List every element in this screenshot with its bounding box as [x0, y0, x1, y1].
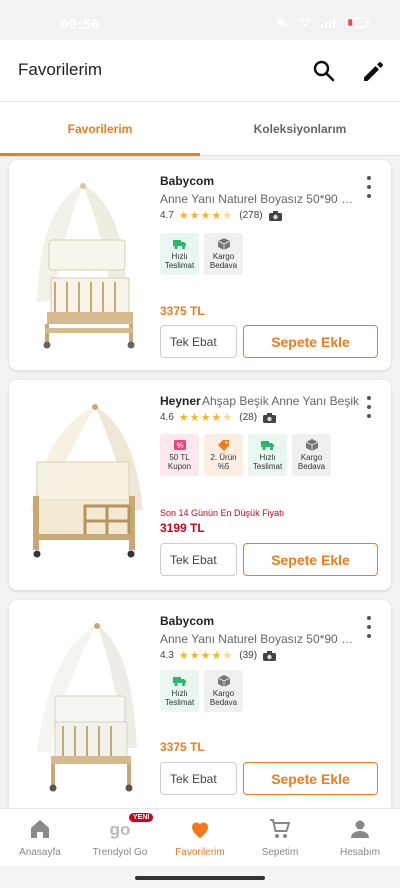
product-image: [31, 404, 143, 558]
product-card[interactable]: Heyner Ahşap Beşik Anne Yanı Beşik 4.6 ★…: [9, 380, 391, 590]
add-to-cart-button[interactable]: Sepete Ekle: [243, 325, 378, 358]
fast-delivery-badge: Hızlı Teslimat: [160, 670, 199, 712]
status-bar: 09:56: [0, 0, 400, 40]
truck-icon: [172, 240, 186, 250]
lowest-price-label: Son 14 Günün En Düşük Fiyatı: [160, 508, 285, 518]
more-options-button[interactable]: [361, 616, 377, 638]
home-icon: [31, 820, 49, 838]
product-brand: Babycom: [160, 614, 215, 628]
svg-text:go: go: [110, 820, 131, 839]
nav-trendyol-go[interactable]: go YENİ Trendyol Go: [80, 809, 160, 866]
box-icon: [305, 439, 318, 451]
more-options-button[interactable]: [361, 176, 377, 198]
review-count: (28): [239, 412, 258, 423]
product-image: [37, 183, 135, 349]
camera-icon: [268, 210, 282, 221]
product-image: [37, 623, 137, 792]
page-title: Favorilerim: [18, 60, 103, 79]
tab-bar: Favorilerim Koleksiyonlarım: [0, 102, 400, 156]
add-to-cart-button[interactable]: Sepete Ekle: [243, 543, 378, 576]
badge-group: Hızlı Teslimat Kargo Bedava: [160, 670, 243, 712]
review-count: (39): [239, 650, 258, 661]
gesture-bar: [0, 866, 400, 888]
star-rating-icon: ★ ★ ★ ★ ★: [178, 649, 233, 662]
fast-delivery-badge: Hızlı Teslimat: [248, 434, 287, 476]
product-price: 3199 TL: [160, 521, 205, 535]
edit-button[interactable]: [360, 58, 386, 84]
product-rating: 4.3 ★ ★ ★ ★ ★ (39): [160, 649, 277, 662]
free-shipping-badge: Kargo Bedava: [204, 670, 243, 712]
size-selector[interactable]: Tek Ebat: [160, 762, 237, 795]
star-rating-icon: ★ ★ ★ ★ ★: [178, 209, 233, 222]
product-card[interactable]: Babycom Anne Yanı Naturel Boyasız 50*90 …: [9, 600, 391, 808]
tag-icon: [217, 440, 229, 451]
camera-icon: [263, 650, 277, 661]
product-price: 3375 TL: [160, 740, 205, 754]
box-icon: [217, 675, 230, 687]
product-name[interactable]: Ahşap Beşik Anne Yanı Beşik: [202, 394, 362, 408]
more-options-button[interactable]: [361, 396, 377, 418]
free-shipping-badge: Kargo Bedava: [204, 233, 243, 275]
product-card[interactable]: Babycom Anne Yanı Naturel Boyasız 50*90 …: [9, 160, 391, 370]
nav-home[interactable]: Anasayfa: [0, 809, 80, 866]
top-app-bar: Favorilerim: [0, 40, 400, 102]
new-badge: YENİ: [129, 813, 154, 822]
star-rating-icon: ★ ★ ★ ★ ★: [178, 411, 233, 424]
product-brand: Heyner: [160, 394, 201, 408]
badge-group: Hızlı Teslimat Kargo Bedava: [160, 233, 243, 275]
badge-group: % 50 TL Kupon 2. Ürün %5 Hızlı Teslimat …: [160, 434, 331, 476]
size-selector[interactable]: Tek Ebat: [160, 325, 237, 358]
rating-value: 4.3: [160, 650, 174, 661]
review-count: (278): [239, 210, 263, 221]
second-item-discount-badge: 2. Ürün %5: [204, 434, 243, 476]
wifi-icon: [298, 15, 312, 33]
cart-icon: [270, 819, 291, 838]
truck-icon: [260, 441, 274, 451]
signal-icon: [321, 15, 337, 33]
free-shipping-badge: Kargo Bedava: [292, 434, 331, 476]
add-to-cart-button[interactable]: Sepete Ekle: [243, 762, 378, 795]
heart-icon: [192, 822, 208, 838]
search-button[interactable]: [311, 58, 337, 84]
tab-collections[interactable]: Koleksiyonlarım: [200, 102, 400, 155]
nav-account[interactable]: Hesabım: [320, 809, 400, 866]
status-icons: [275, 15, 370, 33]
product-rating: 4.6 ★ ★ ★ ★ ★ (28): [160, 411, 277, 424]
favorites-list[interactable]: Babycom Anne Yanı Naturel Boyasız 50*90 …: [0, 158, 400, 808]
product-price: 3375 TL: [160, 304, 205, 318]
box-icon: [217, 238, 230, 250]
battery-icon: [346, 15, 370, 33]
mute-icon: [275, 15, 289, 33]
coupon-badge: % 50 TL Kupon: [160, 434, 199, 476]
status-time: 09:56: [60, 16, 100, 33]
size-selector[interactable]: Tek Ebat: [160, 543, 237, 576]
nav-cart[interactable]: Sepetim: [240, 809, 320, 866]
product-name[interactable]: Anne Yanı Naturel Boyasız 50*90 Beşik: [160, 632, 358, 646]
svg-text:%: %: [176, 441, 183, 450]
coupon-icon: %: [173, 440, 186, 450]
bottom-navigation: Anasayfa go YENİ Trendyol Go Favorilerim…: [0, 808, 400, 866]
pencil-icon: [364, 62, 383, 81]
product-rating: 4.7 ★ ★ ★ ★ ★ (278): [160, 210, 282, 221]
product-name[interactable]: Anne Yanı Naturel Boyasız 50*90 Beşik: [160, 192, 358, 206]
nav-favorites[interactable]: Favorilerim: [160, 809, 240, 866]
fast-delivery-badge: Hızlı Teslimat: [160, 233, 199, 275]
camera-icon: [263, 412, 277, 423]
search-icon: [313, 60, 335, 82]
tab-favorites[interactable]: Favorilerim: [0, 102, 200, 156]
product-brand: Babycom: [160, 174, 215, 188]
truck-icon: [172, 677, 186, 687]
rating-value: 4.6: [160, 412, 174, 423]
user-icon: [351, 820, 369, 838]
rating-value: 4.7: [160, 210, 174, 221]
